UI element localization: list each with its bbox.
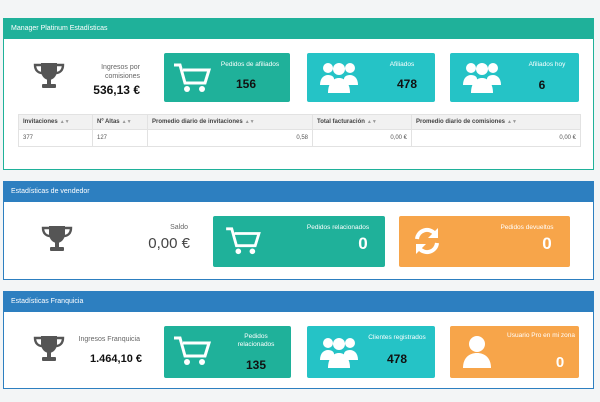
sort-icon[interactable]: ▲▼ <box>507 119 517 125</box>
franchise-income-value: 1.464,10 € <box>90 353 142 365</box>
sort-icon[interactable]: ▲▼ <box>245 119 255 125</box>
franchise-income-label: Ingresos Franquicia <box>78 336 140 343</box>
franchise-orders-value: 135 <box>245 358 267 372</box>
affiliates-value: 478 <box>396 77 418 91</box>
registered-clients-title: Clientes registrados <box>368 334 426 341</box>
users-icon <box>320 338 358 368</box>
cell-invitations: 377 <box>18 129 93 147</box>
related-orders-value: 0 <box>358 234 368 253</box>
affiliates-card[interactable]: Afiliados 478 <box>307 53 435 102</box>
invitations-table: Invitaciones ▲▼ Nº Altas ▲▼ Promedio diari… <box>18 114 581 147</box>
cell-total-billing: 0,00 € <box>312 129 412 147</box>
vendor-panel-title: Estadísticas de vendedor <box>4 182 593 202</box>
cart-icon <box>174 336 211 365</box>
registered-clients-card[interactable]: Clientes registrados 478 <box>307 326 435 378</box>
affiliates-today-value: 6 <box>538 78 546 92</box>
cell-daily-invitations: 0,58 <box>147 129 313 147</box>
platinum-panel: Manager Platinum Estadísticas Ingresos p… <box>3 18 594 170</box>
sort-icon[interactable]: ▲▼ <box>122 119 132 125</box>
table-row: 377 127 0,58 0,00 € 0,00 € <box>18 129 581 147</box>
affiliates-today-title: Afiliados hoy <box>528 61 566 68</box>
affiliates-title: Afiliados <box>389 61 415 68</box>
sort-icon[interactable]: ▲▼ <box>367 119 377 125</box>
affiliate-orders-value: 156 <box>235 77 257 91</box>
cell-daily-commissions: 0,00 € <box>411 129 581 147</box>
registered-clients-value: 478 <box>386 352 408 366</box>
affiliate-orders-card[interactable]: Pedidos de afiliados 156 <box>164 53 290 102</box>
franchise-orders-card[interactable]: Pedidos relacionados 135 <box>164 326 291 378</box>
commission-income-label: Ingresos por comisiones <box>101 64 140 80</box>
commission-income-value: 536,13 € <box>93 83 140 97</box>
cart-icon <box>226 227 261 255</box>
trophy-icon <box>41 226 73 251</box>
users-icon <box>463 63 501 93</box>
related-orders-card[interactable]: Pedidos relacionados 0 <box>213 216 385 267</box>
franchise-orders-title: Pedidos relacionados <box>237 333 275 348</box>
refresh-icon <box>415 227 439 255</box>
pro-users-title: Usuario Pro en mi zona <box>507 332 575 339</box>
cell-new-signups: 127 <box>92 129 148 147</box>
balance-label: Saldo <box>170 224 188 231</box>
col-new-signups[interactable]: Nº Altas ▲▼ <box>92 114 148 130</box>
affiliates-today-card[interactable]: Afiliados hoy 6 <box>450 53 579 102</box>
pro-users-value: 0 <box>555 354 565 371</box>
col-invitations[interactable]: Invitaciones ▲▼ <box>18 114 93 130</box>
col-daily-invitations[interactable]: Promedio diario de invitaciones ▲▼ <box>147 114 313 130</box>
returned-orders-title: Pedidos devueltos <box>500 224 554 231</box>
returned-orders-card[interactable]: Pedidos devueltos 0 <box>399 216 570 267</box>
cart-icon <box>174 63 211 92</box>
related-orders-title: Pedidos relacionados <box>306 224 370 231</box>
balance-value: 0,00 € <box>148 235 190 252</box>
trophy-icon <box>33 63 65 88</box>
user-icon <box>463 336 491 368</box>
franchise-panel: Estadísticas Franquicia Ingresos Franqui… <box>3 291 594 389</box>
col-daily-commissions[interactable]: Promedio diario de comisiones ▲▼ <box>411 114 581 130</box>
vendor-panel: Estadísticas de vendedor Saldo 0,00 € Pe… <box>3 181 594 280</box>
returned-orders-value: 0 <box>542 234 552 253</box>
sort-icon[interactable]: ▲▼ <box>60 119 70 125</box>
platinum-panel-title: Manager Platinum Estadísticas <box>4 19 593 39</box>
pro-users-card[interactable]: Usuario Pro en mi zona 0 <box>450 326 579 378</box>
franchise-panel-title: Estadísticas Franquicia <box>4 292 593 312</box>
col-total-billing[interactable]: Total facturación ▲▼ <box>312 114 412 130</box>
users-icon <box>320 63 358 93</box>
affiliate-orders-title: Pedidos de afiliados <box>220 61 280 68</box>
trophy-icon <box>33 336 65 361</box>
